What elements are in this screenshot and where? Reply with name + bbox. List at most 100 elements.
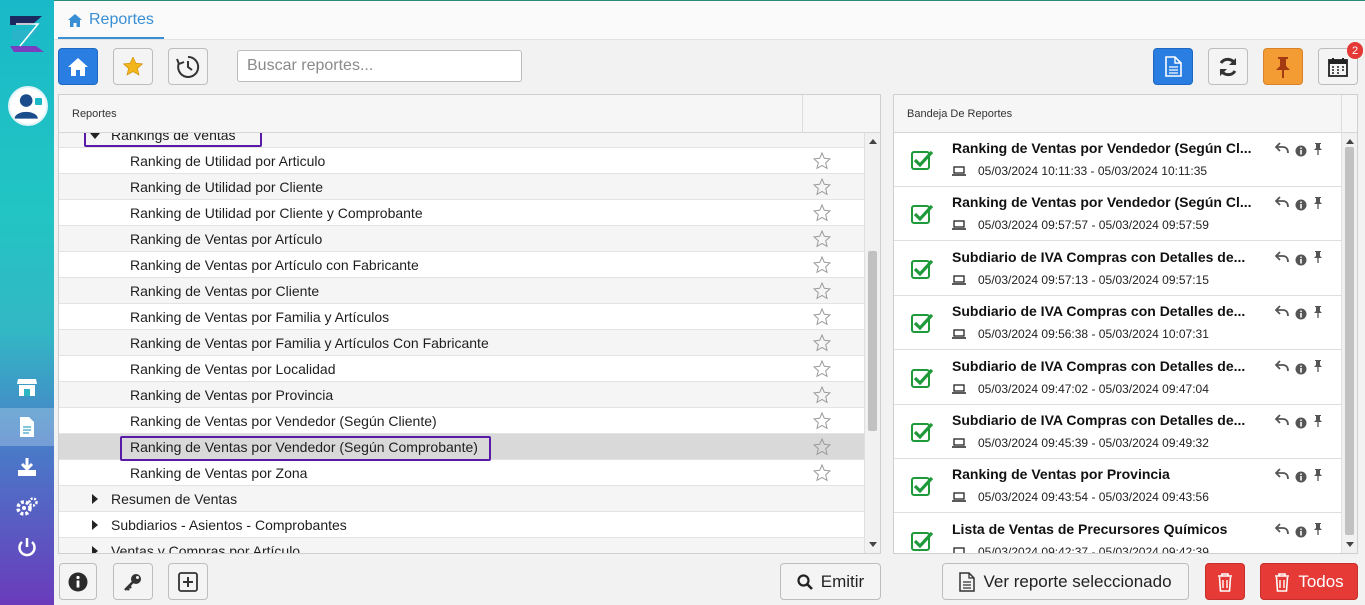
pin-icon[interactable]: [1313, 142, 1323, 155]
checkbox-checked-icon[interactable]: [911, 149, 933, 171]
tree-report-row[interactable]: Ranking de Ventas por Familia y Artículo…: [59, 330, 865, 356]
reply-icon[interactable]: [1275, 414, 1289, 426]
tab-reportes[interactable]: Reportes: [58, 3, 164, 39]
favorite-star-icon[interactable]: [812, 333, 832, 352]
emitir-button[interactable]: Emitir: [780, 563, 881, 600]
pin-icon[interactable]: [1313, 359, 1323, 373]
report-tray-item[interactable]: Subdiario de IVA Compras con Detalles de…: [894, 405, 1342, 459]
scroll-up-arrow-icon[interactable]: [1346, 139, 1354, 144]
reply-icon[interactable]: [1275, 196, 1289, 208]
reply-icon[interactable]: [1275, 468, 1289, 480]
pin-icon[interactable]: [1313, 305, 1323, 318]
reports-nav-button[interactable]: [0, 408, 54, 446]
checkbox-checked-icon[interactable]: [911, 258, 933, 280]
tree-category-row[interactable]: Rankings de Ventas: [59, 133, 865, 148]
tree-report-row[interactable]: Ranking de Ventas por Familia y Artículo…: [59, 304, 865, 330]
store-nav-button[interactable]: [0, 368, 54, 406]
pin-button[interactable]: [1263, 48, 1303, 85]
caret-right-icon[interactable]: [92, 546, 98, 553]
download-nav-button[interactable]: [0, 448, 54, 486]
report-tray-item[interactable]: Lista de Ventas de Precursores Químicos 0…: [894, 514, 1342, 553]
tree-category-row[interactable]: Resumen de Ventas: [59, 486, 865, 512]
pin-icon[interactable]: [1313, 196, 1323, 209]
key-button[interactable]: [113, 563, 153, 600]
checkbox-checked-icon[interactable]: [911, 367, 933, 389]
favorite-star-icon[interactable]: [812, 151, 832, 170]
tree-report-row[interactable]: Ranking de Utilidad por Cliente: [59, 174, 865, 200]
info-icon[interactable]: [1295, 145, 1307, 157]
info-button[interactable]: [59, 563, 97, 600]
reports-tree-scrollbar[interactable]: [864, 133, 880, 553]
tree-report-row[interactable]: Ranking de Ventas por Artículo con Fabri…: [59, 252, 865, 278]
favorite-star-icon[interactable]: [812, 463, 832, 482]
settings-nav-button[interactable]: [0, 488, 54, 526]
delete-all-button[interactable]: Todos: [1260, 563, 1358, 600]
info-icon[interactable]: [1295, 308, 1307, 320]
refresh-button[interactable]: [1208, 48, 1248, 85]
caret-down-icon[interactable]: [90, 133, 100, 139]
tree-report-row[interactable]: Ranking de Ventas por Provincia: [59, 382, 865, 408]
search-reports-input[interactable]: [237, 50, 522, 82]
info-icon[interactable]: [1295, 471, 1307, 483]
reply-icon[interactable]: [1275, 142, 1289, 154]
info-icon[interactable]: [1295, 254, 1307, 266]
reports-tray-scrollbar[interactable]: [1341, 133, 1357, 553]
favorites-button[interactable]: [113, 48, 153, 85]
reply-icon[interactable]: [1275, 359, 1289, 372]
user-avatar[interactable]: [8, 86, 48, 126]
checkbox-checked-icon[interactable]: [911, 421, 933, 443]
report-tray-item[interactable]: Subdiario de IVA Compras con Detalles de…: [894, 242, 1342, 296]
history-button[interactable]: [168, 48, 208, 85]
favorite-star-icon[interactable]: [812, 255, 832, 274]
favorite-star-icon[interactable]: [812, 281, 832, 300]
checkbox-checked-icon[interactable]: [911, 203, 933, 225]
checkbox-checked-icon[interactable]: [911, 530, 933, 552]
scroll-down-arrow-icon[interactable]: [869, 542, 877, 547]
tree-category-row[interactable]: Ventas y Compras por Artículo: [59, 538, 865, 553]
tree-report-row[interactable]: Ranking de Ventas por Cliente: [59, 278, 865, 304]
add-button[interactable]: [168, 563, 208, 600]
info-icon[interactable]: [1295, 199, 1307, 211]
app-logo[interactable]: [6, 12, 48, 56]
info-icon[interactable]: [1295, 363, 1307, 375]
scroll-down-arrow-icon[interactable]: [1346, 542, 1354, 547]
report-tray-item[interactable]: Ranking de Ventas por Vendedor (Según Cl…: [894, 133, 1342, 187]
tree-report-row[interactable]: Ranking de Ventas por Localidad: [59, 356, 865, 382]
favorite-star-icon[interactable]: [812, 411, 832, 430]
tree-report-row[interactable]: Ranking de Ventas por Zona: [59, 460, 865, 486]
tree-report-row[interactable]: Ranking de Ventas por Vendedor (Según Cl…: [59, 408, 865, 434]
checkbox-checked-icon[interactable]: [911, 475, 933, 497]
scroll-up-arrow-icon[interactable]: [869, 139, 877, 144]
tree-report-row[interactable]: Ranking de Ventas por Vendedor (Según Co…: [59, 434, 865, 460]
favorite-star-icon[interactable]: [812, 229, 832, 248]
tree-category-row[interactable]: Subdiarios - Asientos - Comprobantes: [59, 512, 865, 538]
favorite-star-icon[interactable]: [812, 437, 832, 456]
pin-icon[interactable]: [1313, 522, 1323, 536]
pin-icon[interactable]: [1313, 414, 1323, 427]
favorite-star-icon[interactable]: [812, 307, 832, 326]
report-tray-item[interactable]: Subdiario de IVA Compras con Detalles de…: [894, 296, 1342, 351]
favorite-star-icon[interactable]: [812, 203, 832, 222]
favorite-star-icon[interactable]: [812, 359, 832, 378]
caret-right-icon[interactable]: [92, 494, 98, 504]
home-button[interactable]: [58, 48, 98, 85]
reply-icon[interactable]: [1275, 251, 1289, 263]
logout-nav-button[interactable]: [0, 528, 54, 566]
report-tray-item[interactable]: Subdiario de IVA Compras con Detalles de…: [894, 351, 1342, 405]
pin-icon[interactable]: [1313, 468, 1323, 481]
caret-right-icon[interactable]: [92, 520, 98, 530]
pin-icon[interactable]: [1313, 250, 1323, 264]
tree-report-row[interactable]: Ranking de Ventas por Artículo: [59, 226, 865, 252]
delete-button[interactable]: [1205, 563, 1245, 600]
info-icon[interactable]: [1295, 417, 1307, 429]
tree-report-row[interactable]: Ranking de Utilidad por Articulo: [59, 148, 865, 174]
favorite-star-icon[interactable]: [812, 177, 832, 196]
scrollbar-thumb[interactable]: [1345, 147, 1354, 535]
view-selected-report-button[interactable]: Ver reporte seleccionado: [942, 563, 1189, 600]
favorite-star-icon[interactable]: [812, 385, 832, 404]
report-tray-item[interactable]: Ranking de Ventas por Provincia 05/03/202…: [894, 459, 1342, 514]
reply-icon[interactable]: [1275, 523, 1289, 535]
reports-view-button[interactable]: [1153, 48, 1193, 85]
info-icon[interactable]: [1295, 526, 1307, 538]
scrollbar-thumb[interactable]: [868, 251, 877, 431]
